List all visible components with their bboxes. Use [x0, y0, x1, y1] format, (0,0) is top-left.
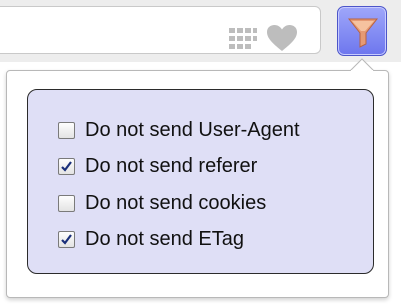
option-label: Do not send referer	[85, 155, 258, 177]
options-panel: Do not send User-Agent Do not send refer…	[27, 89, 374, 274]
funnel-icon	[347, 18, 379, 48]
option-label: Do not send cookies	[85, 192, 267, 214]
extension-button[interactable]	[337, 6, 387, 56]
checkmark-icon	[61, 234, 72, 245]
option-cookies[interactable]: Do not send cookies	[58, 191, 358, 217]
popup-arrow	[350, 58, 374, 71]
address-bar[interactable]	[0, 6, 321, 54]
browser-toolbar	[0, 0, 401, 62]
option-referer[interactable]: Do not send referer	[58, 154, 358, 180]
checkbox-referer[interactable]	[58, 158, 75, 175]
checkbox-user-agent[interactable]	[58, 122, 75, 139]
option-label: Do not send User-Agent	[85, 119, 300, 141]
grid-icon[interactable]	[229, 28, 257, 49]
checkbox-etag[interactable]	[58, 231, 75, 248]
option-user-agent[interactable]: Do not send User-Agent	[58, 118, 358, 144]
option-label: Do not send ETag	[85, 228, 244, 250]
option-etag[interactable]: Do not send ETag	[58, 227, 358, 253]
checkmark-icon	[61, 161, 72, 172]
heart-icon[interactable]	[266, 24, 298, 52]
checkbox-cookies[interactable]	[58, 195, 75, 212]
